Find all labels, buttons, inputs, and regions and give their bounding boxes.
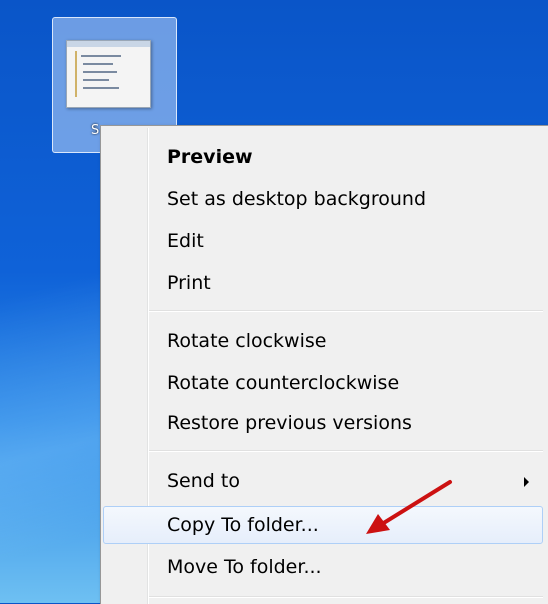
menu-item-label: Copy To folder... bbox=[167, 514, 319, 536]
thumbnail-line bbox=[83, 79, 109, 81]
menu-item-label: Rotate counterclockwise bbox=[167, 372, 400, 394]
menu-item-set-desktop-background[interactable]: Set as desktop background bbox=[103, 180, 543, 218]
menu-item-rotate-counterclockwise[interactable]: Rotate counterclockwise bbox=[103, 364, 543, 402]
menu-item-move-to-folder[interactable]: Move To folder... bbox=[103, 548, 543, 586]
menu-item-label: Restore previous versions bbox=[167, 412, 412, 434]
menu-item-rotate-clockwise[interactable]: Rotate clockwise bbox=[103, 322, 543, 360]
context-menu: Preview Set as desktop background Edit P… bbox=[100, 125, 548, 604]
red-arrow-icon bbox=[366, 480, 452, 534]
submenu-arrow-icon bbox=[524, 477, 529, 487]
menu-item-label: Preview bbox=[167, 146, 253, 168]
menu-item-label: Rotate clockwise bbox=[167, 330, 327, 352]
menu-item-label: Print bbox=[167, 272, 211, 294]
menu-item-print[interactable]: Print bbox=[103, 264, 543, 302]
menu-item-preview[interactable]: Preview bbox=[103, 138, 543, 176]
menu-item-label: Send to bbox=[167, 470, 240, 492]
menu-item-label: Move To folder... bbox=[167, 556, 322, 578]
menu-separator bbox=[149, 310, 543, 312]
menu-item-restore-previous-versions[interactable]: Restore previous versions bbox=[103, 404, 543, 442]
thumbnail-line bbox=[83, 87, 119, 89]
thumbnail-tree-line bbox=[75, 51, 77, 97]
menu-item-copy-to-folder[interactable]: Copy To folder... bbox=[103, 506, 543, 544]
menu-item-label: Edit bbox=[167, 230, 204, 252]
menu-separator bbox=[149, 450, 543, 452]
image-thumbnail bbox=[66, 40, 151, 108]
thumbnail-titlebar bbox=[67, 41, 150, 47]
thumbnail-line bbox=[81, 55, 121, 57]
menu-item-label: Set as desktop background bbox=[167, 188, 427, 210]
thumbnail-line bbox=[83, 71, 117, 73]
menu-item-edit[interactable]: Edit bbox=[103, 222, 543, 260]
menu-item-send-to[interactable]: Send to bbox=[103, 462, 543, 500]
thumbnail-line bbox=[83, 63, 113, 65]
menu-separator bbox=[149, 596, 543, 598]
